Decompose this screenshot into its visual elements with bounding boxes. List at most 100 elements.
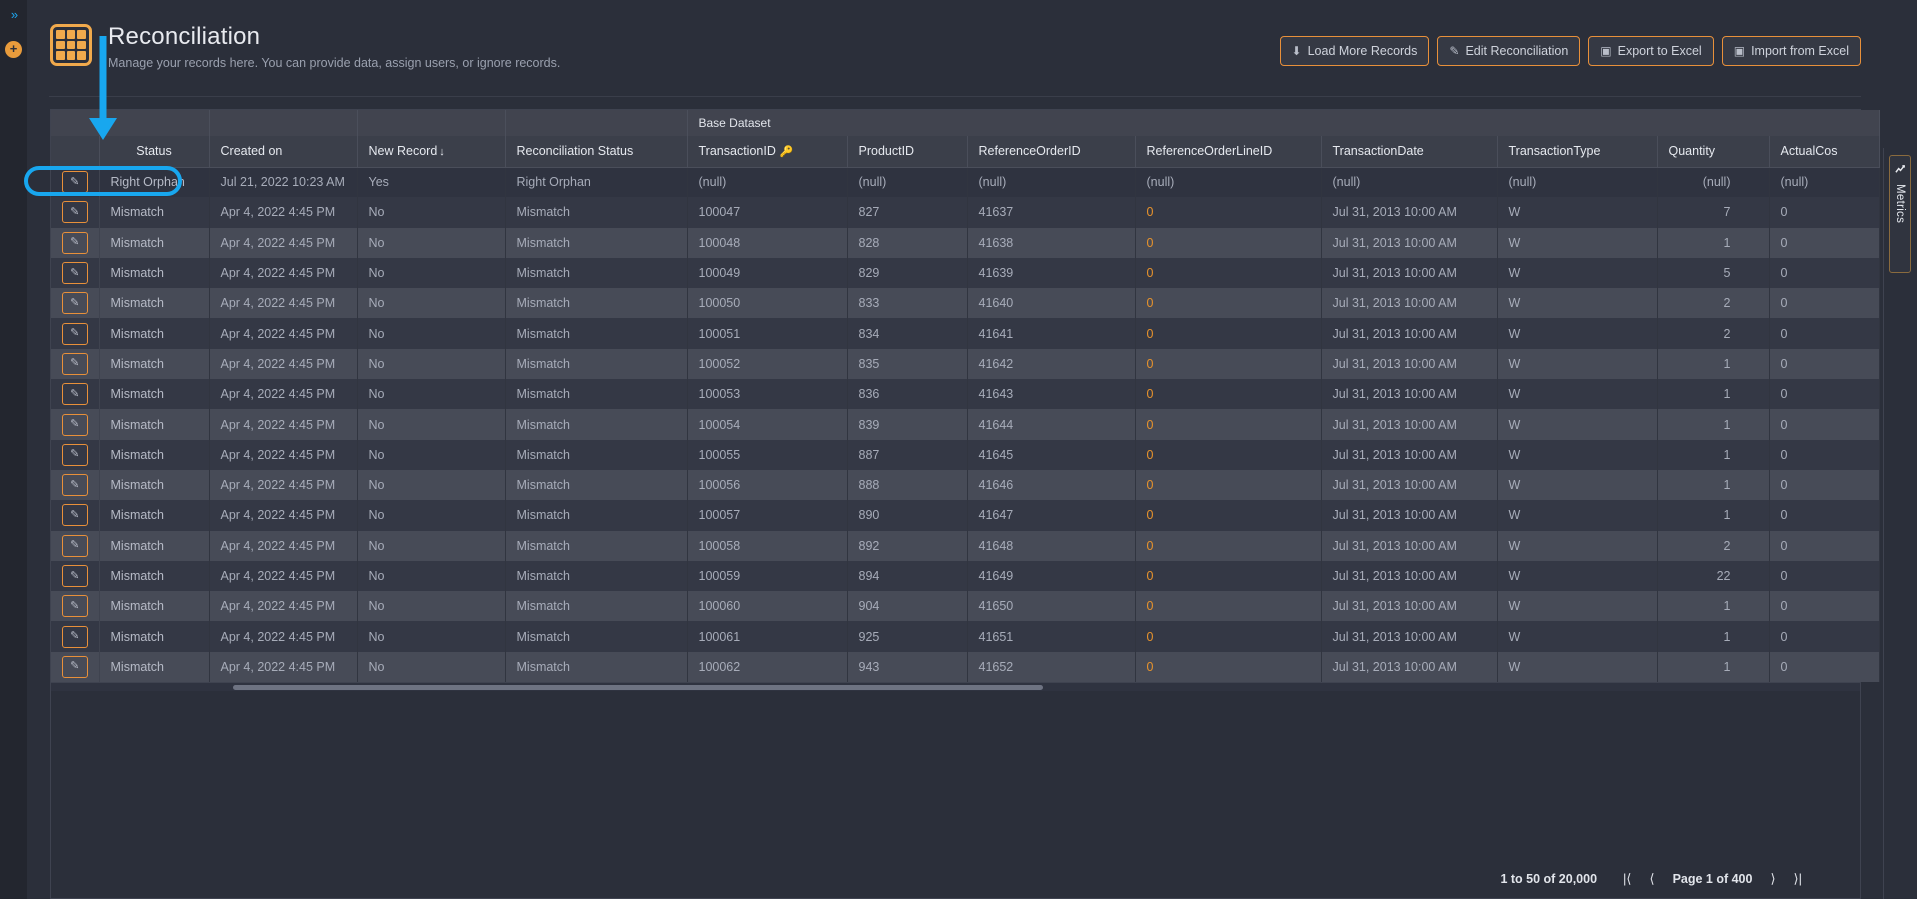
cell-reference-order-id: 41638 bbox=[967, 228, 1135, 258]
col-header-created-on[interactable]: Created on bbox=[209, 136, 358, 168]
pencil-icon[interactable]: ✎ bbox=[61, 443, 88, 466]
last-page-button[interactable]: ⟩| bbox=[1794, 872, 1802, 885]
cell-actual-cost: 0 bbox=[1769, 591, 1879, 621]
cell-transaction-type: W bbox=[1497, 561, 1657, 591]
table-row[interactable]: ✎ Mismatch Apr 4, 2022 4:45 PM No Mismatch 10… bbox=[51, 197, 1879, 228]
table-row[interactable]: ✎ Mismatch Apr 4, 2022 4:45 PM No Mismatch 10… bbox=[51, 409, 1879, 440]
export-to-excel-button[interactable]: ▣ Export to Excel bbox=[1588, 36, 1714, 66]
table-row[interactable]: ✎ Mismatch Apr 4, 2022 4:45 PM No Mismatch 10… bbox=[51, 591, 1879, 622]
table-row[interactable]: ✎ Mismatch Apr 4, 2022 4:45 PM No Mismatch 10… bbox=[51, 469, 1879, 501]
previous-page-button[interactable]: ⟨ bbox=[1649, 872, 1654, 885]
cell-status: Mismatch bbox=[99, 531, 209, 561]
table-row[interactable]: ✎ Mismatch Apr 4, 2022 4:45 PM No Mismatch 10… bbox=[51, 530, 1879, 561]
col-header-quantity[interactable]: Quantity bbox=[1657, 136, 1770, 168]
metrics-tab[interactable]: Metrics bbox=[1889, 155, 1911, 273]
pencil-icon[interactable]: ✎ bbox=[61, 565, 88, 587]
line-chart-icon bbox=[1894, 164, 1906, 178]
cell-quantity: 1 bbox=[1657, 409, 1769, 439]
table-row[interactable]: ✎ Mismatch Apr 4, 2022 4:45 PM No Mismatch 10… bbox=[51, 257, 1879, 289]
table-row[interactable]: ✎ Mismatch Apr 4, 2022 4:45 PM No Mismatch 10… bbox=[51, 227, 1879, 258]
row-edit-cell: ✎ bbox=[51, 288, 100, 319]
pencil-icon[interactable]: ✎ bbox=[61, 262, 88, 285]
key-icon: 🔑 bbox=[779, 146, 794, 159]
table-row[interactable]: ✎ Mismatch Apr 4, 2022 4:45 PM No Mismatch 10… bbox=[51, 318, 1879, 349]
table-row[interactable]: ✎ Mismatch Apr 4, 2022 4:45 PM No Mismatch 10… bbox=[51, 500, 1879, 531]
cell-created-on: Apr 4, 2022 4:45 PM bbox=[208, 288, 357, 319]
cell-transaction-id: 100053 bbox=[687, 379, 847, 409]
col-header-new-record[interactable]: New Record ↓ bbox=[357, 136, 506, 168]
col-header-reference-order-id[interactable]: ReferenceOrderID bbox=[967, 136, 1136, 168]
table-row[interactable]: ✎ Mismatch Apr 4, 2022 4:45 PM No Mismatch 10… bbox=[51, 379, 1879, 410]
first-page-button[interactable]: |⟨ bbox=[1623, 872, 1631, 885]
cell-created-on: Apr 4, 2022 4:45 PM bbox=[208, 591, 357, 622]
table-row[interactable]: ✎ Mismatch Apr 4, 2022 4:45 PM No Mismatch 10… bbox=[51, 288, 1879, 319]
col-header-transaction-type[interactable]: TransactionType bbox=[1497, 136, 1658, 168]
cell-new-record: No bbox=[357, 561, 505, 591]
table-row[interactable]: ✎ Mismatch Apr 4, 2022 4:45 PM No Mismatch 10… bbox=[51, 439, 1879, 470]
pencil-icon[interactable]: ✎ bbox=[61, 595, 88, 618]
download-circle-icon: ⬇ bbox=[1291, 44, 1302, 58]
cell-status: Mismatch bbox=[99, 379, 209, 409]
cell-reconciliation-status: Mismatch bbox=[505, 349, 687, 379]
col-header-reference-order-line-id[interactable]: ReferenceOrderLineID bbox=[1135, 136, 1322, 168]
group-header-row: Base Dataset bbox=[51, 110, 1880, 136]
cell-quantity: 1 bbox=[1657, 379, 1769, 409]
pencil-icon[interactable]: ✎ bbox=[61, 625, 88, 648]
cell-new-record: No bbox=[357, 470, 505, 500]
grid-table-icon bbox=[50, 24, 92, 66]
cell-product-id: 892 bbox=[847, 531, 967, 561]
table-row[interactable]: ✎ Mismatch Apr 4, 2022 4:45 PM No Mismatch 10… bbox=[51, 651, 1879, 683]
col-header-reconciliation-status[interactable]: Reconciliation Status bbox=[505, 136, 688, 168]
circle-plus-icon[interactable]: + bbox=[5, 41, 22, 58]
col-header-transaction-id[interactable]: TransactionID 🔑 bbox=[687, 136, 848, 168]
pencil-icon[interactable]: ✎ bbox=[61, 534, 88, 557]
col-header-transaction-date[interactable]: TransactionDate bbox=[1321, 136, 1498, 168]
pencil-icon[interactable]: ✎ bbox=[61, 201, 88, 224]
pencil-icon[interactable]: ✎ bbox=[61, 413, 88, 436]
cell-transaction-type: W bbox=[1497, 318, 1657, 348]
cell-quantity: 1 bbox=[1657, 621, 1769, 651]
cell-transaction-date: Jul 31, 2013 10:00 AM bbox=[1321, 379, 1497, 409]
reconciliation-app: » + Reconciliation Manage your records h… bbox=[0, 0, 1917, 899]
cell-status: Mismatch bbox=[99, 228, 209, 258]
cell-transaction-type: W bbox=[1497, 228, 1657, 258]
edit-reconciliation-button[interactable]: ✎ Edit Reconciliation bbox=[1437, 36, 1581, 66]
expand-sidebar-icon[interactable]: » bbox=[11, 8, 18, 21]
export-to-excel-label: Export to Excel bbox=[1617, 44, 1702, 58]
horizontal-scrollbar-thumb[interactable] bbox=[233, 685, 1043, 691]
pencil-icon[interactable]: ✎ bbox=[61, 352, 88, 375]
col-header-actual-cost[interactable]: ActualCos bbox=[1769, 136, 1880, 168]
pencil-icon[interactable]: ✎ bbox=[61, 504, 88, 527]
table-row[interactable]: ✎ Mismatch Apr 4, 2022 4:45 PM No Mismatch 10… bbox=[51, 348, 1879, 380]
col-header-product-id[interactable]: ProductID bbox=[847, 136, 968, 168]
next-page-button[interactable]: ⟩ bbox=[1770, 872, 1775, 885]
cell-product-id: (null) bbox=[847, 167, 967, 197]
header-actions: ⬇ Load More Records ✎ Edit Reconciliatio… bbox=[1279, 22, 1861, 66]
pencil-icon[interactable]: ✎ bbox=[61, 292, 88, 315]
cell-reference-order-line-id: 0 bbox=[1135, 561, 1321, 591]
pencil-icon[interactable]: ✎ bbox=[61, 171, 88, 194]
table-row[interactable]: ✎ Mismatch Apr 4, 2022 4:45 PM No Mismatch 10… bbox=[51, 560, 1879, 592]
cell-product-id: 827 bbox=[847, 197, 967, 227]
excel-file-icon: ▣ bbox=[1600, 44, 1612, 58]
pencil-icon[interactable]: ✎ bbox=[61, 322, 88, 345]
pencil-icon[interactable]: ✎ bbox=[61, 383, 88, 406]
pencil-icon[interactable]: ✎ bbox=[61, 231, 88, 254]
cell-transaction-id: 100056 bbox=[687, 470, 847, 500]
cell-status: Mismatch bbox=[99, 409, 209, 439]
cell-reconciliation-status: Mismatch bbox=[505, 470, 687, 500]
table-row[interactable]: ✎ Right Orphan Jul 21, 2022 10:23 AM Yes Rig… bbox=[51, 167, 1879, 198]
import-from-excel-button[interactable]: ▣ Import from Excel bbox=[1721, 36, 1861, 66]
cell-transaction-id: 100060 bbox=[687, 591, 847, 621]
row-edit-cell: ✎ bbox=[51, 591, 100, 622]
cell-quantity: 1 bbox=[1657, 652, 1769, 682]
table-row[interactable]: ✎ Mismatch Apr 4, 2022 4:45 PM No Mismatch 10… bbox=[51, 621, 1879, 652]
pencil-icon[interactable]: ✎ bbox=[61, 655, 88, 678]
cell-product-id: 836 bbox=[847, 379, 967, 409]
load-more-records-button[interactable]: ⬇ Load More Records bbox=[1279, 36, 1430, 66]
cell-transaction-date: Jul 31, 2013 10:00 AM bbox=[1321, 288, 1497, 318]
col-header-status[interactable]: Status bbox=[99, 136, 210, 168]
horizontal-scrollbar[interactable] bbox=[51, 682, 1860, 692]
pencil-icon[interactable]: ✎ bbox=[61, 474, 88, 497]
cell-actual-cost: 0 bbox=[1769, 349, 1879, 379]
